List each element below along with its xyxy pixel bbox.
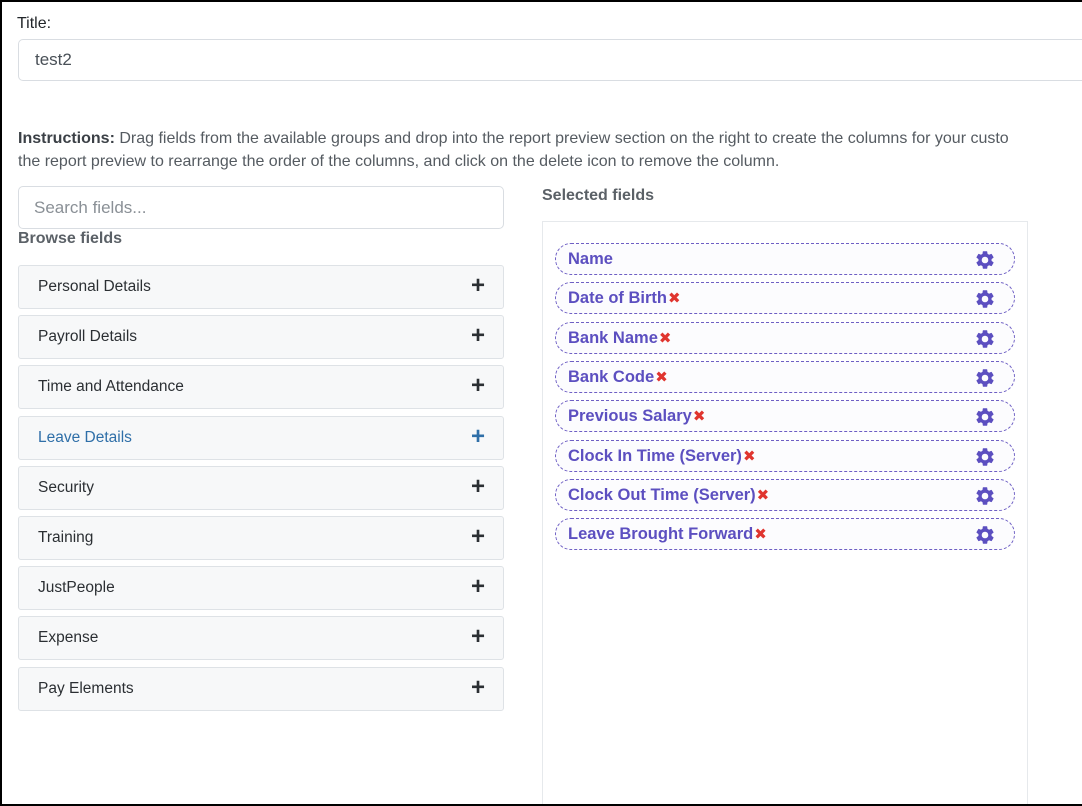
field-group-label: Time and Attendance: [38, 378, 184, 396]
delete-icon[interactable]: ✖: [757, 486, 770, 504]
plus-icon[interactable]: +: [471, 474, 485, 499]
selected-field-label: Bank Name✖: [568, 329, 671, 348]
plus-icon[interactable]: +: [471, 575, 485, 599]
selected-field-text: Bank Code: [568, 367, 655, 386]
field-group-label: Leave Details: [38, 428, 132, 446]
selected-field-clock-in-time-server[interactable]: Clock In Time (Server)✖: [555, 439, 1015, 472]
plus-icon[interactable]: +: [471, 324, 485, 348]
instructions-heading: Instructions:: [18, 130, 115, 147]
gear-icon[interactable]: [974, 288, 996, 310]
field-group-label: Pay Elements: [38, 679, 134, 697]
selected-field-text: Leave Brought Forward: [568, 525, 754, 544]
plus-icon[interactable]: +: [471, 424, 485, 449]
field-group-justpeople[interactable]: JustPeople +: [18, 566, 504, 611]
gear-icon[interactable]: [974, 249, 996, 271]
report-builder-panel: Title: test2 Instructions: Drag fields f…: [0, 0, 1082, 806]
field-groups-list: Personal Details + Payroll Details + Time an…: [18, 265, 504, 717]
field-group-label: Security: [38, 478, 94, 496]
delete-icon[interactable]: ✖: [668, 289, 681, 307]
plus-icon[interactable]: +: [471, 274, 485, 298]
selected-field-bank-name[interactable]: Bank Name✖: [555, 321, 1015, 354]
gear-icon[interactable]: [974, 406, 996, 428]
field-group-label: JustPeople: [38, 579, 115, 597]
field-group-pay-elements[interactable]: Pay Elements +: [18, 666, 504, 711]
instructions-line-2: the report preview to rearrange the orde…: [18, 153, 780, 170]
selected-field-label: Previous Salary✖: [568, 407, 705, 426]
title-input[interactable]: test2: [18, 39, 1082, 81]
delete-icon[interactable]: ✖: [693, 407, 706, 425]
plus-icon[interactable]: +: [471, 374, 485, 398]
selected-field-text: Clock In Time (Server): [568, 446, 742, 465]
gear-icon[interactable]: [974, 328, 996, 350]
selected-field-date-of-birth[interactable]: Date of Birth✖: [555, 282, 1015, 315]
instructions-line-1: Drag fields from the available groups an…: [114, 130, 1009, 147]
selected-field-text: Clock Out Time (Server): [568, 485, 756, 504]
selected-field-text: Bank Name: [568, 328, 658, 347]
delete-icon[interactable]: ✖: [743, 447, 756, 465]
gear-icon[interactable]: [974, 524, 996, 546]
plus-icon[interactable]: +: [471, 625, 485, 649]
delete-icon[interactable]: ✖: [655, 368, 668, 386]
title-label: Title:: [17, 15, 52, 32]
field-group-training[interactable]: Training +: [18, 515, 504, 560]
selected-fields-label: Selected fields: [542, 187, 655, 204]
field-group-leave-details[interactable]: Leave Details +: [18, 415, 504, 460]
delete-icon[interactable]: ✖: [659, 329, 672, 347]
field-group-payroll-details[interactable]: Payroll Details +: [18, 315, 504, 360]
selected-field-label: Clock Out Time (Server)✖: [568, 486, 769, 505]
field-group-label: Personal Details: [38, 278, 151, 295]
field-group-expense[interactable]: Expense +: [18, 616, 504, 661]
selected-field-name[interactable]: Name: [555, 243, 1015, 275]
selected-field-label: Date of Birth✖: [568, 289, 681, 308]
selected-field-leave-brought-forward[interactable]: Leave Brought Forward✖: [555, 518, 1015, 551]
report-preview-dropzone[interactable]: Name Date of Birth✖ Bank Name✖ Bank Code✖ Pr…: [542, 221, 1028, 804]
selected-field-text: Name: [568, 250, 613, 268]
selected-field-label: Bank Code✖: [568, 368, 668, 387]
selected-field-clock-out-time-server[interactable]: Clock Out Time (Server)✖: [555, 478, 1015, 511]
selected-field-bank-code[interactable]: Bank Code✖: [555, 360, 1015, 393]
selected-field-label: Clock In Time (Server)✖: [568, 447, 756, 466]
search-fields-input[interactable]: [18, 186, 504, 229]
selected-field-previous-salary[interactable]: Previous Salary✖: [555, 400, 1015, 433]
selected-field-label: Name: [568, 250, 613, 269]
field-group-security[interactable]: Security +: [18, 465, 504, 510]
instructions-text: Instructions: Drag fields from the avail…: [18, 127, 1082, 173]
gear-icon[interactable]: [974, 367, 996, 389]
selected-field-label: Leave Brought Forward✖: [568, 525, 767, 544]
gear-icon[interactable]: [974, 446, 996, 468]
browse-fields-label: Browse fields: [18, 230, 123, 247]
selected-field-text: Date of Birth: [568, 289, 667, 308]
field-group-label: Expense: [38, 629, 99, 647]
delete-icon[interactable]: ✖: [754, 525, 767, 543]
gear-icon[interactable]: [974, 485, 996, 507]
plus-icon[interactable]: +: [471, 524, 485, 549]
selected-field-text: Previous Salary: [568, 407, 692, 426]
plus-icon[interactable]: +: [471, 675, 485, 700]
field-group-label: Payroll Details: [38, 328, 138, 346]
field-group-label: Training: [38, 528, 94, 546]
field-group-time-and-attendance[interactable]: Time and Attendance +: [18, 365, 504, 410]
field-group-personal-details[interactable]: Personal Details +: [18, 265, 504, 309]
